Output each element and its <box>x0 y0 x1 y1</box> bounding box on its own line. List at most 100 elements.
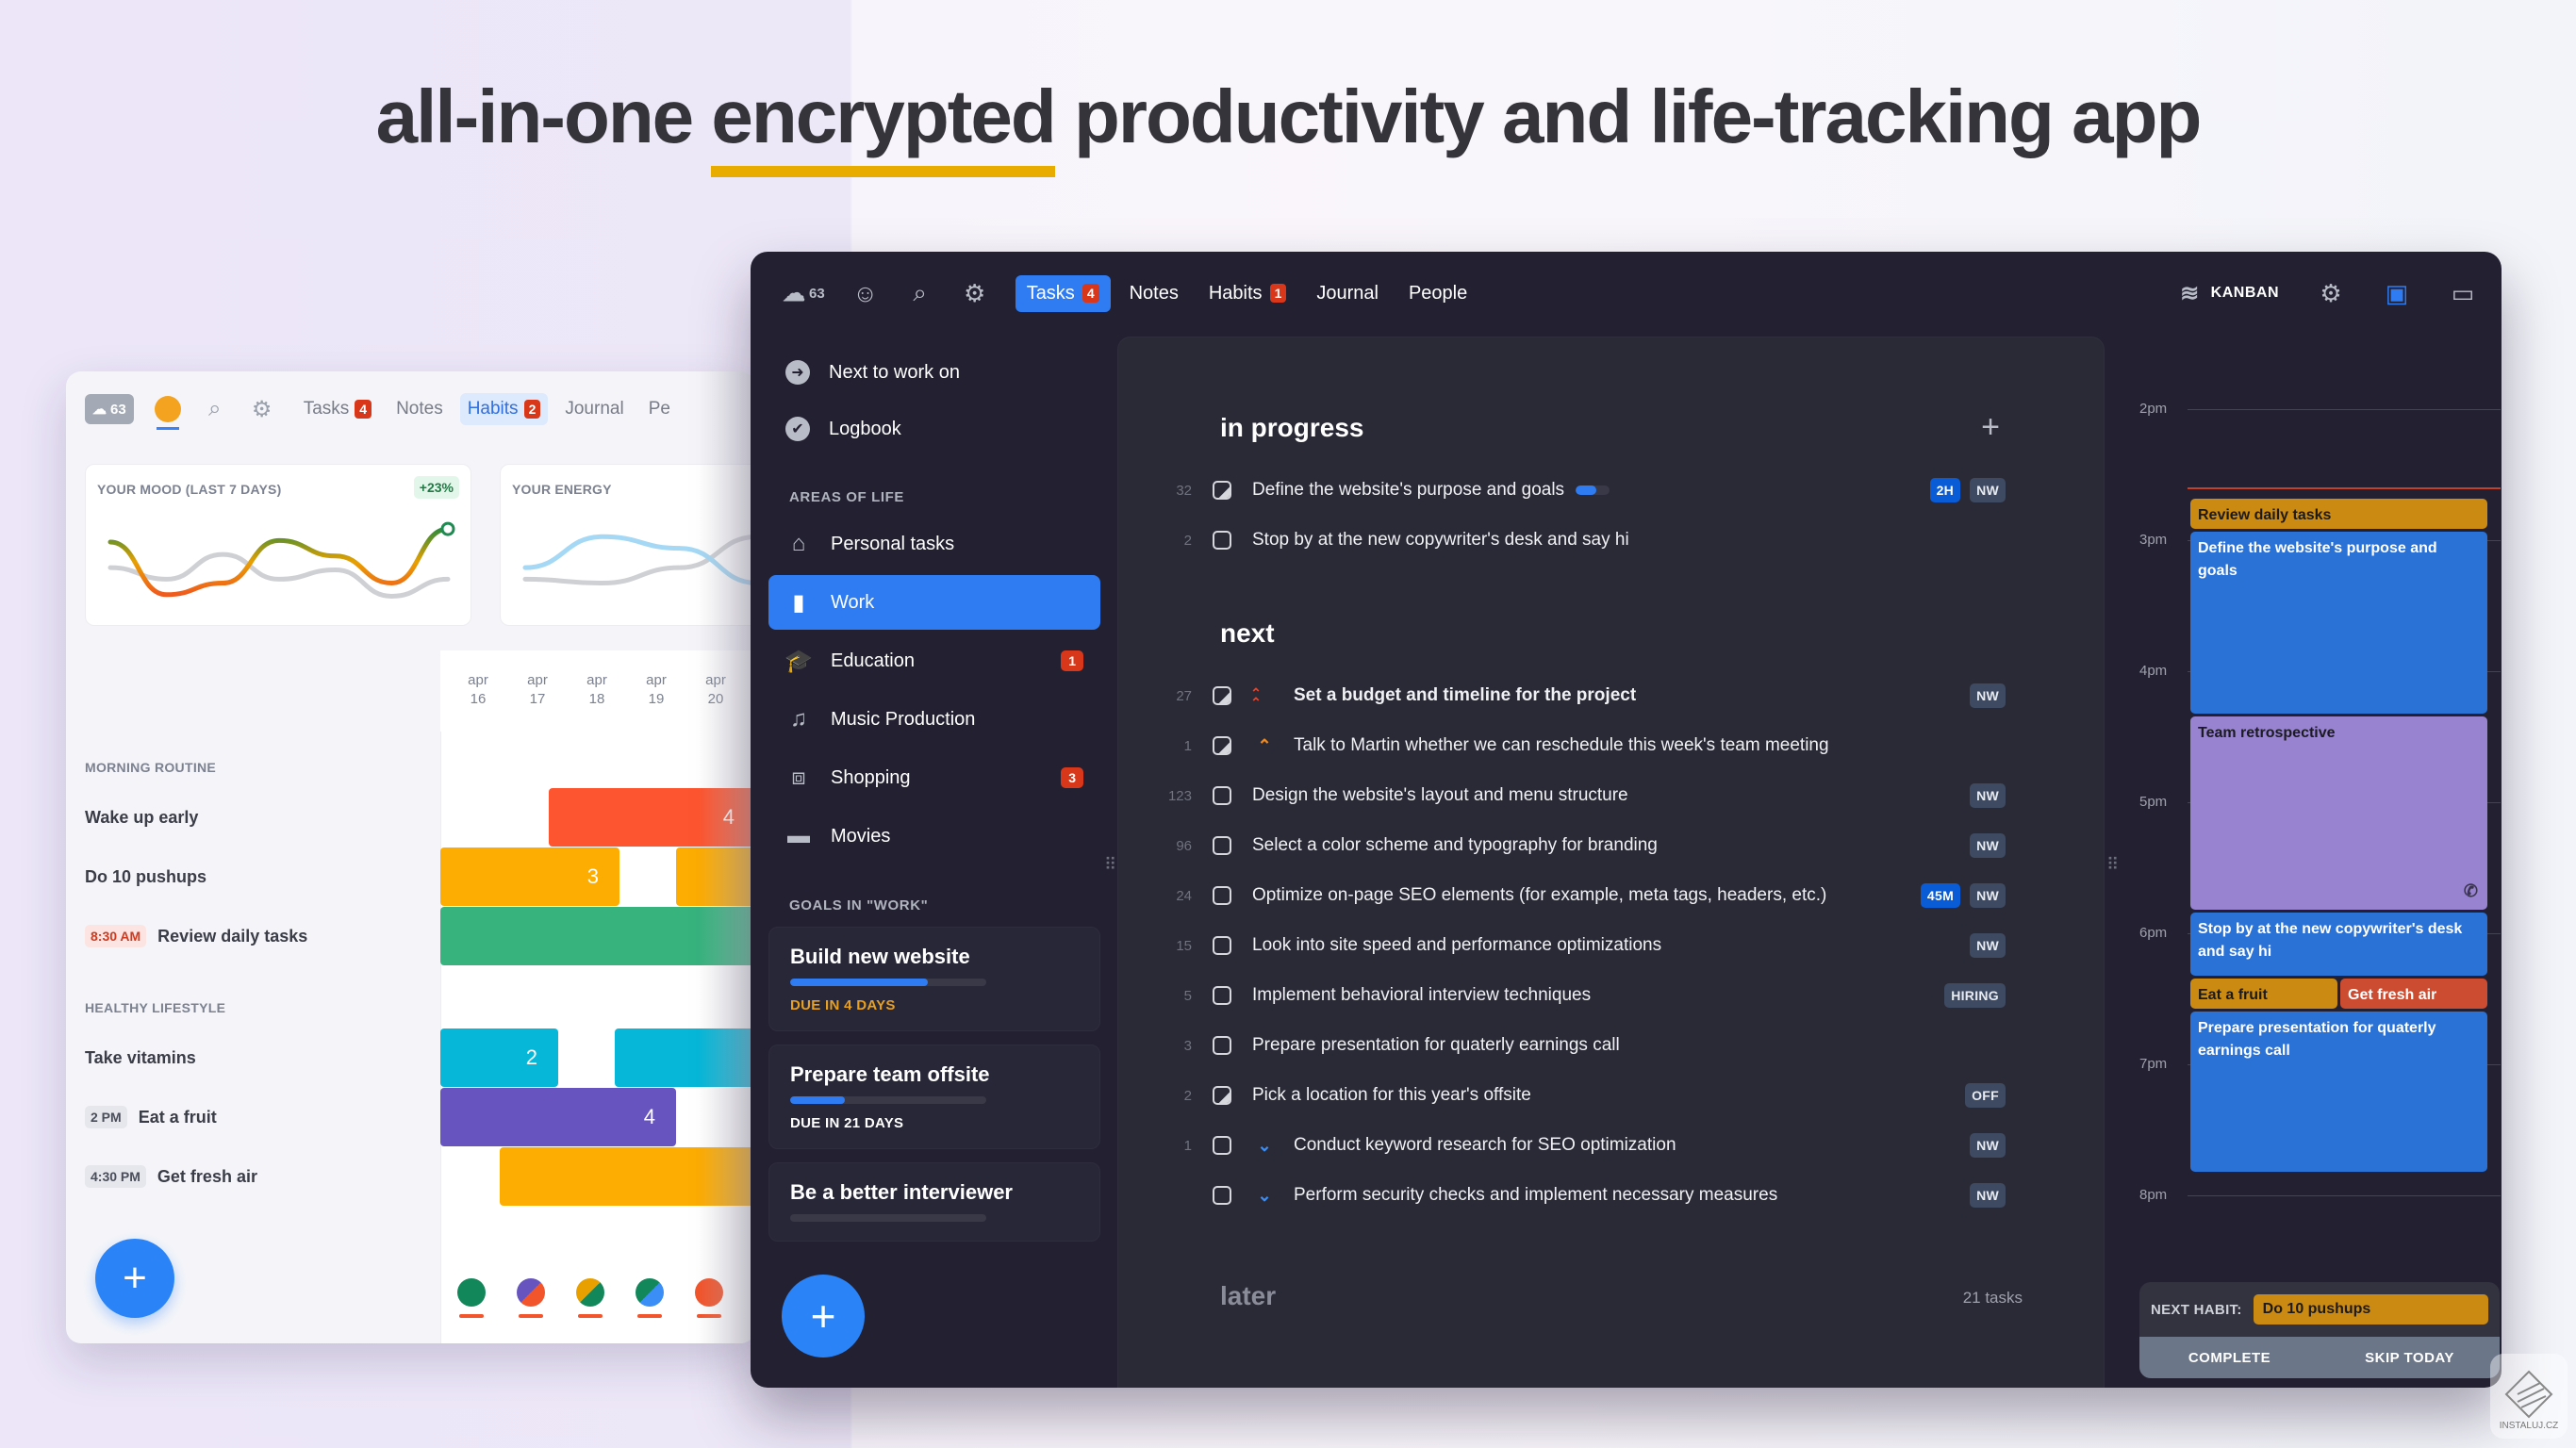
sidebar-item-logbook[interactable]: ✔ Logbook <box>768 403 1100 455</box>
sidebar-item-movies[interactable]: ▬ Movies <box>768 809 1100 864</box>
goal-card[interactable]: Be a better interviewer <box>768 1162 1100 1242</box>
skip-today-button[interactable]: SKIP TODAY <box>2320 1350 2500 1366</box>
calendar-event[interactable]: Get fresh air <box>2340 978 2487 1009</box>
search-icon[interactable]: ⌕ <box>906 278 934 307</box>
calendar-event[interactable]: Stop by at the new copywriter's desk and… <box>2190 913 2487 976</box>
task-row[interactable]: 2 Stop by at the new copywriter's desk an… <box>1118 521 2105 559</box>
task-row[interactable]: 2 Pick a location for this year's offsite… <box>1118 1077 2105 1114</box>
gear-icon[interactable]: ⚙ <box>961 279 989 307</box>
tab-journal[interactable]: Journal <box>1305 275 1390 312</box>
tab-journal[interactable]: Journal <box>557 393 631 425</box>
task-checkbox[interactable] <box>1213 1086 1231 1105</box>
task-checkbox[interactable] <box>1213 736 1231 755</box>
task-checkbox[interactable] <box>1213 686 1231 705</box>
task-checkbox[interactable] <box>1213 1136 1231 1155</box>
tab-tasks[interactable]: Tasks 4 <box>296 393 379 425</box>
tab-notes[interactable]: Notes <box>388 393 451 425</box>
tab-tasks[interactable]: Tasks 4 <box>1015 274 1111 312</box>
mood-face-icon[interactable] <box>154 396 181 430</box>
task-row[interactable]: 96 Select a color scheme and typography f… <box>1118 827 2105 864</box>
sidebar-item-education[interactable]: 🎓 Education 1 <box>768 634 1100 688</box>
habit-row[interactable]: 8:30 AM Review daily tasks <box>85 922 307 950</box>
task-row[interactable]: 5 Implement behavioral interview techniqu… <box>1118 977 2105 1014</box>
sidebar-item-work[interactable]: ▮ Work <box>768 575 1100 630</box>
next-habit-value[interactable]: Do 10 pushups <box>2253 1294 2488 1325</box>
task-tag[interactable]: 45M <box>1920 883 1961 908</box>
goal-card[interactable]: Prepare team offsite DUE IN 21 DAYS <box>768 1045 1100 1149</box>
task-tag[interactable]: OFF <box>1965 1083 2006 1108</box>
task-checkbox[interactable] <box>1213 786 1231 805</box>
sidebar-item-music-production[interactable]: ♫ Music Production <box>768 692 1100 747</box>
habit-row[interactable]: 4:30 PM Get fresh air <box>85 1162 257 1191</box>
add-task-button[interactable]: + <box>782 1275 865 1358</box>
habit-streak-bar[interactable]: 3 <box>440 847 619 906</box>
task-checkbox[interactable] <box>1213 886 1231 905</box>
sidebar-item-shopping[interactable]: ⧈ Shopping 3 <box>768 750 1100 805</box>
tab-habits[interactable]: Habits 2 <box>459 393 549 425</box>
sidebar-item-next-to-work-on[interactable]: ➜ Next to work on <box>768 346 1100 399</box>
habit-streak-bar[interactable]: 2 <box>440 1028 558 1087</box>
task-tag[interactable]: HIRING <box>1944 983 2006 1008</box>
scroll-icon[interactable]: ▭ <box>2449 279 2477 307</box>
resize-handle[interactable]: ⠿ <box>2106 855 2119 875</box>
task-row[interactable]: 32 Define the website's purpose and goals… <box>1118 471 2105 509</box>
task-row[interactable]: 15 Look into site speed and performance o… <box>1118 927 2105 964</box>
task-tag[interactable]: NW <box>1970 1183 2006 1208</box>
goal-card[interactable]: Build new website DUE IN 4 DAYS <box>768 927 1100 1031</box>
task-checkbox[interactable] <box>1213 936 1231 955</box>
task-tag[interactable]: NW <box>1970 933 2006 958</box>
gear-icon[interactable]: ⚙ <box>2317 279 2345 307</box>
tab-habits[interactable]: Habits 1 <box>1197 275 1298 312</box>
task-row[interactable]: 3 Prepare presentation for quaterly earni… <box>1118 1027 2105 1064</box>
task-tag[interactable]: NW <box>1970 833 2006 858</box>
mood-day-face-icon[interactable] <box>576 1278 604 1318</box>
calendar-event[interactable]: Team retrospective ✆ <box>2190 716 2487 911</box>
task-checkbox[interactable] <box>1213 1036 1231 1055</box>
calendar-event[interactable]: Eat a fruit <box>2190 978 2337 1009</box>
add-task-plus-icon[interactable]: + <box>1981 409 2000 446</box>
weather-widget[interactable]: ☁ 63 <box>783 280 825 307</box>
tab-pe[interactable]: Pe <box>641 393 678 425</box>
habit-row[interactable]: Do 10 pushups <box>85 863 206 891</box>
kanban-toggle[interactable]: ≋ KANBAN <box>2180 280 2279 307</box>
sidebar-item-personal-tasks[interactable]: ⌂ Personal tasks <box>768 517 1100 571</box>
neutral-face-icon[interactable]: ☺ <box>851 279 880 307</box>
gear-icon[interactable]: ⚙ <box>249 396 275 422</box>
calendar-event[interactable]: Define the website's purpose and goals <box>2190 531 2487 714</box>
tab-label: Journal <box>565 399 624 419</box>
task-tag[interactable]: NW <box>1970 783 2006 808</box>
mood-day-face-icon[interactable] <box>457 1278 486 1318</box>
task-checkbox[interactable] <box>1213 836 1231 855</box>
task-tag[interactable]: NW <box>1970 883 2006 908</box>
task-checkbox[interactable] <box>1213 986 1231 1005</box>
habit-row[interactable]: Take vitamins <box>85 1044 196 1072</box>
calendar-icon[interactable]: ▣ <box>2383 279 2411 307</box>
task-checkbox[interactable] <box>1213 481 1231 500</box>
task-checkbox[interactable] <box>1213 531 1231 550</box>
tab-people[interactable]: People <box>1397 275 1478 312</box>
habit-row[interactable]: Wake up early <box>85 803 198 831</box>
task-tag[interactable]: NW <box>1970 1133 2006 1158</box>
habit-streak-bar[interactable]: 4 <box>440 1088 676 1146</box>
task-row[interactable]: 123 Design the website's layout and menu … <box>1118 777 2105 814</box>
task-row[interactable]: 27 ⌃⌃ Set a budget and timeline for the pr… <box>1118 677 2105 715</box>
mood-day-face-icon[interactable] <box>517 1278 545 1318</box>
task-row[interactable]: 24 Optimize on-page SEO elements (for exa… <box>1118 877 2105 914</box>
complete-habit-button[interactable]: COMPLETE <box>2139 1350 2320 1366</box>
task-tag[interactable]: NW <box>1970 478 2006 502</box>
add-habit-button[interactable]: + <box>95 1239 174 1318</box>
task-checkbox[interactable] <box>1213 1186 1231 1205</box>
search-icon[interactable]: ⌕ <box>202 396 228 422</box>
task-tag[interactable]: NW <box>1970 683 2006 708</box>
mood-day-face-icon[interactable] <box>636 1278 664 1318</box>
calendar-event[interactable]: Review daily tasks <box>2190 499 2487 529</box>
resize-handle[interactable]: ⠿ <box>1104 855 1116 875</box>
task-row[interactable]: 1 ⌃ Talk to Martin whether we can reschedu… <box>1118 727 2105 765</box>
tab-notes[interactable]: Notes <box>1118 275 1190 312</box>
task-tag[interactable]: 2H <box>1929 478 1961 502</box>
task-row[interactable]: ⌄ Perform security checks and implement n… <box>1118 1176 2105 1214</box>
calendar-event[interactable]: Prepare presentation for quaterly earnin… <box>2190 1011 2487 1173</box>
habit-row[interactable]: 2 PM Eat a fruit <box>85 1103 217 1131</box>
weather-widget[interactable]: ☁ 63 <box>85 394 134 424</box>
task-row[interactable]: 1 ⌄ Conduct keyword research for SEO optim… <box>1118 1127 2105 1164</box>
